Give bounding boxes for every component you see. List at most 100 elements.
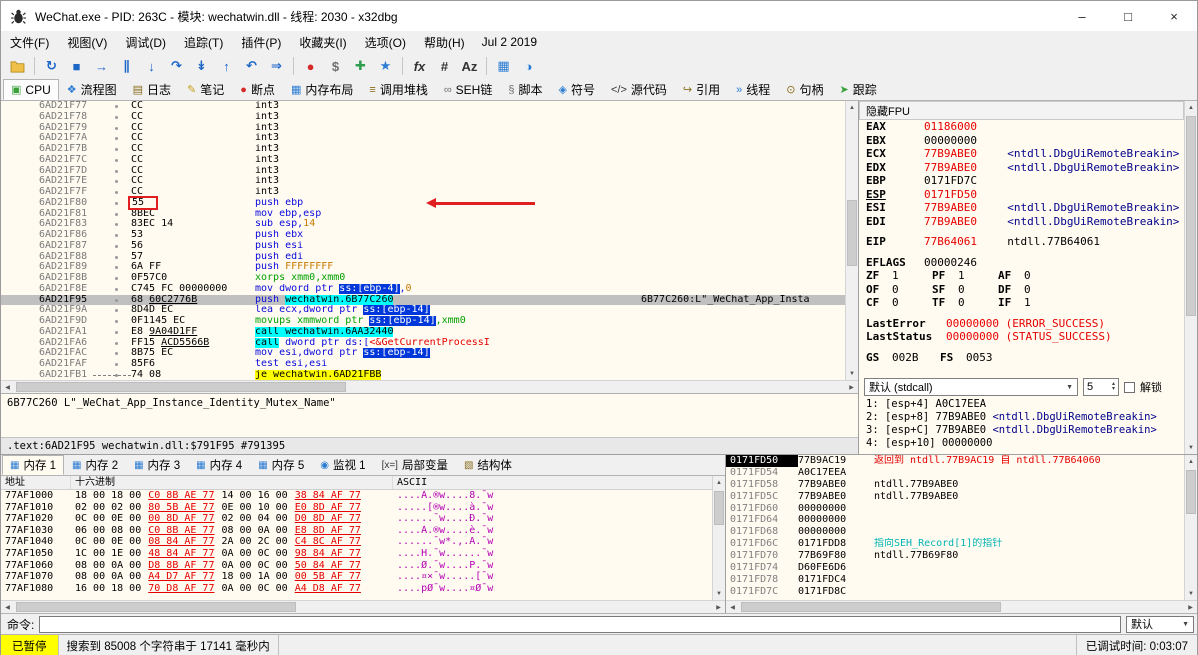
minimize-button[interactable]: – [1059,1,1105,31]
maximize-button[interactable]: □ [1105,1,1151,31]
close-button[interactable]: × [1151,1,1197,31]
menu-item-help[interactable]: 帮助(H) [415,31,474,53]
stack-row[interactable]: 0171FD68 00000000 [726,526,1184,538]
step-back-button[interactable]: ↶ [239,55,264,77]
disasm-row[interactable]: 6AD21F88 57 push edi [1,251,845,263]
disasm-row[interactable]: 6AD21F79 CC int3 [1,122,845,134]
disasm-row[interactable]: 6AD21F7B CC int3 [1,143,845,155]
scroll-up-icon[interactable]: ▲ [1185,455,1197,468]
hide-fpu-button[interactable]: 隐藏FPU [859,101,1184,120]
register-row[interactable]: EBP 0171FD7C [859,174,1184,188]
tab-dump3[interactable]: ▦ 内存 3 [126,455,188,475]
dump-row[interactable]: 77AF1020 0C 00 0E 00 00 8D AF 77 02 00 04 0… [1,513,712,525]
scrollbar-thumb[interactable] [714,491,724,525]
tab-references[interactable]: ↪ 引用 [675,79,728,100]
disasm-row[interactable]: 6AD21F77 CC int3 [1,101,845,112]
disasm-row[interactable]: 6AD21FAF 85F6 test esi,esi [1,358,845,370]
scroll-left-icon[interactable]: ◀ [726,601,739,613]
register-row[interactable]: EAX 01186000 [859,120,1184,134]
run-to-cursor-button[interactable]: ⇒ [264,55,289,77]
tab-source[interactable]: </> 源代码 [603,79,675,100]
command-input[interactable] [39,615,1121,633]
scroll-right-icon[interactable]: ▶ [712,601,725,613]
tab-trace[interactable]: ➤ 跟踪 [832,79,885,100]
trace-into-button[interactable]: ↡ [189,55,214,77]
stack-row[interactable]: 0171FD78 0171FDC4 [726,574,1184,586]
dump-row[interactable]: 77AF1030 06 00 08 00 C0 8B AE 77 08 00 0A 0… [1,525,712,537]
scroll-right-icon[interactable]: ▶ [845,381,858,393]
disasm-hscrollbar[interactable]: ◀ ▶ [1,380,858,393]
unlock-checkbox[interactable] [1124,381,1135,393]
dump-hscrollbar[interactable]: ◀ ▶ [1,600,725,613]
disasm-row[interactable]: 6AD21F81 8BEC mov ebp,esp [1,208,845,220]
disasm-row[interactable]: 6AD21F7D CC int3 [1,165,845,177]
scroll-left-icon[interactable]: ◀ [1,601,14,613]
stack-row[interactable]: 0171FD58 77B9ABE0 ntdll.77B9ABE0 [726,479,1184,491]
stack-row[interactable]: 0171FD64 00000000 [726,514,1184,526]
menu-item-options[interactable]: 选项(O) [356,31,415,53]
tab-graph[interactable]: ❖ 流程图 [59,79,125,100]
scroll-down-icon[interactable]: ▼ [713,587,725,600]
scroll-up-icon[interactable]: ▲ [846,101,858,114]
disasm-row[interactable]: 6AD21F87 56 push esi [1,240,845,252]
stack-row[interactable]: 0171FD60 00000000 [726,503,1184,515]
disasm-row[interactable]: 6AD21F7E CC int3 [1,175,845,187]
tab-script[interactable]: § 脚本 [500,79,550,100]
dump-row[interactable]: 77AF1060 08 00 0A 00 D8 8B AF 77 0A 00 0C 0… [1,560,712,572]
register-row[interactable]: EDX 77B9ABE0 <ntdll.DbgUiRemoteBreakin> [859,161,1184,175]
disasm-row[interactable]: 6AD21F83 83EC 14 sub esp,14 [1,218,845,230]
stack-row[interactable]: 0171FD50 77B9AC19 返回到 ntdll.77B9AC19 自 ntd… [726,455,1184,467]
disasm-row[interactable]: 6AD21FA1 E8 9A04D1FF call wechatwin.6AA324… [1,326,845,338]
menu-item-favourites[interactable]: 收藏夹(I) [290,31,355,53]
menu-item-plugins[interactable]: 插件(P) [232,31,290,53]
disasm-row[interactable]: 6AD21FAC 8B75 EC mov esi,dword ptr ss:[ebp… [1,347,845,359]
registers-vscrollbar[interactable]: ▲ ▼ [1184,101,1197,454]
breakpoints-button[interactable]: ● [298,55,323,77]
register-row[interactable]: EFLAGS 00000246 [859,256,1184,270]
handles-button[interactable]: ◑ [516,55,541,77]
register-row[interactable]: ECX 77B9ABE0 <ntdll.DbgUiRemoteBreakin> [859,147,1184,161]
execute-till-return-button[interactable]: ↑ [214,55,239,77]
tab-call-stack[interactable]: ≡ 调用堆栈 [361,79,435,100]
stack-row[interactable]: 0171FD7C 0171FD8C [726,586,1184,598]
scrollbar-thumb[interactable] [741,602,1001,612]
scrollbar-thumb[interactable] [1186,470,1196,514]
scrollbar-thumb[interactable] [1186,116,1196,316]
tab-dump1[interactable]: ▦ 内存 1 [2,455,65,475]
comments-button[interactable]: ✚ [348,55,373,77]
register-row[interactable]: EDI 77B9ABE0 <ntdll.DbgUiRemoteBreakin> [859,215,1184,229]
open-file-button[interactable] [5,55,30,77]
dump-vscrollbar[interactable]: ▲ ▼ [712,476,725,600]
tab-dump4[interactable]: ▦ 内存 4 [188,455,250,475]
tab-struct[interactable]: ▧ 结构体 [456,455,520,475]
tab-locals[interactable]: [x=] 局部变量 [374,455,456,475]
register-row[interactable]: ESP 0171FD50 [859,188,1184,202]
register-row[interactable]: EBX 00000000 [859,134,1184,148]
tab-seh[interactable]: ∞ SEH链 [436,79,501,100]
step-into-button[interactable]: ↓ [139,55,164,77]
stop-button[interactable]: ■ [64,55,89,77]
call-arg-row[interactable]: 3: [esp+C] 77B9ABE0 <ntdll.DbgUiRemoteBr… [859,424,1184,437]
dump-row[interactable]: 77AF1050 1C 00 1E 00 48 84 AF 77 0A 00 0C 0… [1,548,712,560]
scrollbar-thumb[interactable] [847,200,857,266]
dump-row[interactable]: 77AF1070 08 00 0A 00 A4 D7 AF 77 18 00 1A 0… [1,571,712,583]
step-over-button[interactable]: ↷ [164,55,189,77]
stack-row[interactable]: 0171FD70 77B69F80 ntdll.77B69F80 [726,550,1184,562]
scroll-right-icon[interactable]: ▶ [1184,601,1197,613]
call-arg-row[interactable]: 1: [esp+4] A0C17EEA [859,398,1184,411]
pause-button[interactable]: ∥ [114,55,139,77]
disasm-row[interactable]: 6AD21FA6 FF15 ACD5566B call dword ptr ds:[… [1,337,845,349]
scrollbar-thumb[interactable] [16,602,296,612]
tab-notes[interactable]: ✎ 笔记 [179,79,232,100]
tab-memory-map[interactable]: ▦ 内存布局 [283,79,361,100]
call-arg-row[interactable]: 2: [esp+8] 77B9ABE0 <ntdll.DbgUiRemoteBr… [859,411,1184,424]
scroll-up-icon[interactable]: ▲ [713,476,725,489]
tab-cpu[interactable]: ▣ CPU [3,79,59,100]
register-row[interactable]: EIP 77B64061 ntdll.77B64061 [859,235,1184,249]
memory-map-button[interactable]: ▦ [491,55,516,77]
restart-button[interactable]: ↻ [39,55,64,77]
menu-item-debug[interactable]: 调试(D) [116,31,175,53]
disasm-row[interactable]: 6AD21F86 53 push ebx [1,229,845,241]
menu-item-view[interactable]: 视图(V) [58,31,116,53]
disasm-row[interactable]: 6AD21F9A 8D4D EC lea ecx,dword ptr ss:[ebp… [1,304,845,316]
